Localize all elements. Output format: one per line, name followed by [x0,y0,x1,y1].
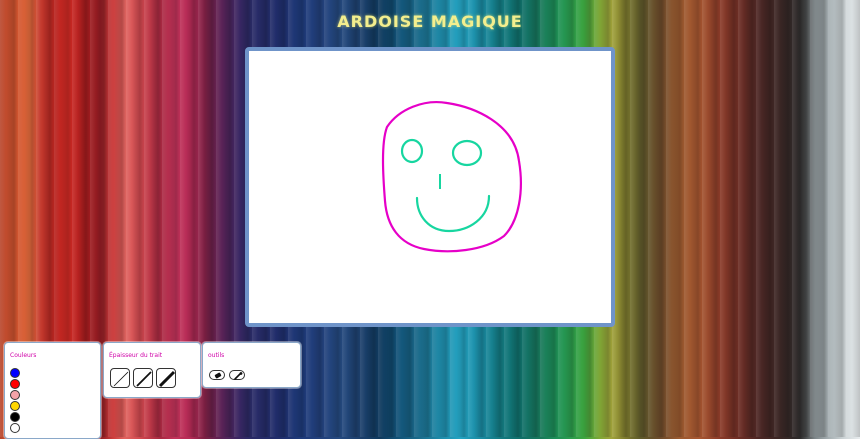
thickness-panel: Épaisseur du trait [103,342,201,398]
swatch-yellow[interactable] [10,401,20,411]
thickness-panel-title: Épaisseur du trait [109,352,163,359]
pipette-icon [234,372,243,380]
swatch-pink[interactable] [10,390,20,400]
eraser-icon [214,372,222,379]
right-eye [451,139,483,167]
line-thin-icon [113,371,129,387]
mouth [415,194,491,233]
swatch-red[interactable] [10,379,20,389]
pipette-button[interactable] [229,370,245,380]
swatch-blue[interactable] [10,368,20,378]
left-eye [400,138,424,164]
face-outline [381,101,522,253]
drawing-canvas[interactable] [245,47,615,327]
drawing-svg [381,101,522,253]
line-thick-icon [158,370,176,388]
swatch-black[interactable] [10,412,20,422]
colors-panel: Couleurs [4,342,101,439]
tools-panel-title: outils [208,352,225,359]
thickness-thick-button[interactable] [156,368,176,388]
eraser-button[interactable] [209,370,225,380]
tools-panel: outils [202,342,301,388]
line-medium-icon [136,371,152,387]
thickness-thin-button[interactable] [110,368,130,388]
swatch-white[interactable] [10,423,20,433]
thickness-medium-button[interactable] [133,368,153,388]
page-title: ARDOISE MAGIQUE [337,12,523,31]
colors-panel-title: Couleurs [10,352,37,359]
